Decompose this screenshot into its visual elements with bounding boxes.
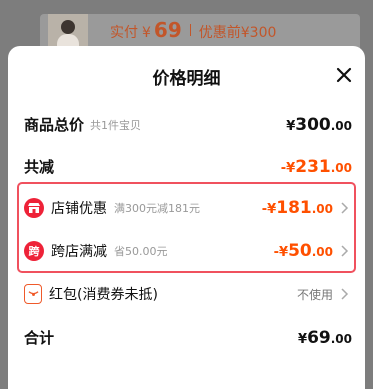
amount-decimal: .00	[311, 202, 333, 216]
cross-store-icon: 跨	[24, 241, 44, 261]
sheet-title: 价格明细	[152, 69, 221, 89]
paid-label: 实付	[110, 25, 138, 41]
goods-total-amount: ¥ 300 .00	[286, 115, 352, 135]
amount-decimal: .00	[330, 331, 352, 346]
original-price: ¥300	[240, 25, 277, 41]
product-price-summary: 实付 ¥ 69 优惠前 ¥300	[110, 18, 276, 42]
currency-symbol: -¥	[261, 202, 277, 217]
amount-integer: 69	[307, 327, 331, 348]
shop-discount-row[interactable]: 店铺优惠 满300元减181元 -¥ 181 .00	[24, 198, 349, 218]
total-reduction-amount: -¥ 231 .00	[281, 157, 352, 177]
red-packet-label: 红包(消费券未抵)	[49, 287, 158, 303]
product-thumbnail	[48, 14, 88, 48]
shop-discount-amount: -¥ 181 .00	[262, 198, 333, 218]
amount-integer: 50	[288, 241, 312, 261]
currency-symbol: -¥	[273, 245, 289, 260]
goods-count: 共1件宝贝	[90, 118, 142, 132]
close-button[interactable]	[333, 64, 355, 86]
currency-symbol: ¥	[286, 118, 296, 134]
amount-decimal: .00	[330, 160, 352, 175]
red-packet-icon	[24, 284, 42, 304]
currency-symbol: -¥	[280, 160, 296, 176]
chevron-right-icon	[341, 202, 349, 214]
amount-integer: 231	[295, 156, 331, 177]
paid-currency: ¥	[142, 25, 151, 41]
grand-total-row: 合计 ¥ 69 .00	[24, 327, 352, 348]
total-reduction-row: 共减 -¥ 231 .00	[24, 156, 352, 177]
cross-store-label: 跨店满减	[51, 244, 107, 260]
goods-total-row: 商品总价 共1件宝贝 ¥ 300 .00	[24, 114, 352, 135]
original-label: 优惠前	[198, 25, 241, 41]
goods-total-label: 商品总价	[24, 116, 85, 134]
paid-amount: 69	[153, 18, 182, 42]
shop-icon	[24, 198, 44, 218]
currency-symbol: ¥	[298, 331, 308, 347]
red-packet-row[interactable]: 红包(消费券未抵) 不使用	[24, 284, 349, 304]
chevron-right-icon	[341, 245, 349, 257]
red-packet-status: 不使用	[296, 287, 333, 302]
close-icon	[336, 67, 352, 83]
cross-store-discount-row[interactable]: 跨 跨店满减 省50.00元 -¥ 50 .00	[24, 241, 349, 261]
cross-store-amount: -¥ 50 .00	[274, 241, 333, 261]
shop-discount-label: 店铺优惠	[51, 201, 107, 217]
cross-store-saving: 省50.00元	[114, 245, 168, 258]
amount-decimal: .00	[311, 245, 333, 259]
grand-total-label: 合计	[24, 329, 55, 347]
amount-decimal: .00	[330, 118, 352, 133]
price-divider	[189, 24, 191, 36]
amount-integer: 181	[276, 198, 312, 218]
grand-total-amount: ¥ 69 .00	[298, 328, 352, 348]
total-reduction-label: 共减	[24, 158, 55, 176]
chevron-right-icon	[341, 288, 349, 300]
shop-discount-rule: 满300元减181元	[114, 202, 200, 215]
amount-integer: 300	[295, 114, 331, 135]
